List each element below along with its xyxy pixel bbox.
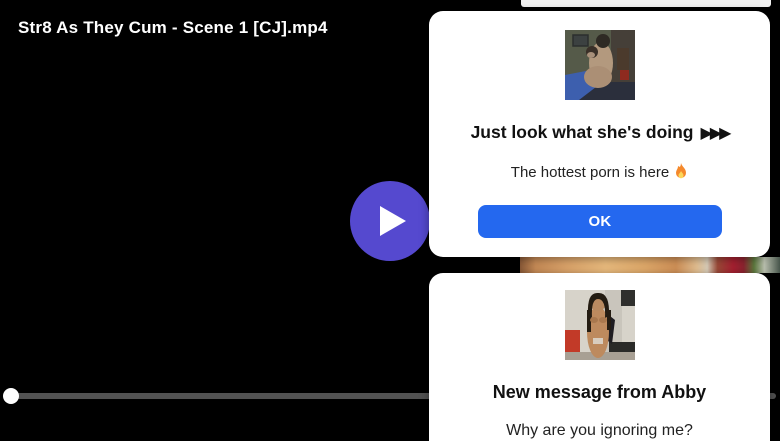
message-thumbnail-image bbox=[565, 290, 635, 360]
fire-icon bbox=[674, 163, 688, 179]
popup-message-card[interactable]: New message from Abby Why are you ignori… bbox=[429, 273, 770, 441]
seek-knob[interactable] bbox=[3, 388, 19, 404]
offer-heading: Just look what she's doing ▶▶▶ bbox=[429, 121, 770, 145]
popup-offer-card[interactable]: Just look what she's doing ▶▶▶ The hottes… bbox=[429, 11, 770, 257]
offer-subtext: The hottest porn is here bbox=[429, 161, 770, 183]
message-heading: New message from Abby bbox=[429, 381, 770, 403]
ok-button[interactable]: OK bbox=[478, 205, 722, 238]
rear-notification-card-edge bbox=[521, 0, 771, 7]
video-title: Str8 As They Cum - Scene 1 [CJ].mp4 bbox=[18, 18, 328, 38]
offer-thumbnail[interactable] bbox=[565, 30, 635, 100]
triple-arrow-icon: ▶▶▶ bbox=[701, 125, 729, 142]
play-icon bbox=[380, 206, 406, 236]
message-thumbnail[interactable] bbox=[565, 290, 635, 360]
video-frame-peek bbox=[520, 257, 780, 273]
message-subtext: Why are you ignoring me? bbox=[429, 421, 770, 441]
offer-thumbnail-image bbox=[565, 30, 635, 100]
offer-heading-text: Just look what she's doing bbox=[471, 122, 694, 142]
video-player-page: Str8 As They Cum - Scene 1 [CJ].mp4 00:0… bbox=[0, 0, 780, 441]
offer-subtext-text: The hottest porn is here bbox=[511, 164, 669, 181]
big-play-button[interactable] bbox=[350, 181, 430, 261]
